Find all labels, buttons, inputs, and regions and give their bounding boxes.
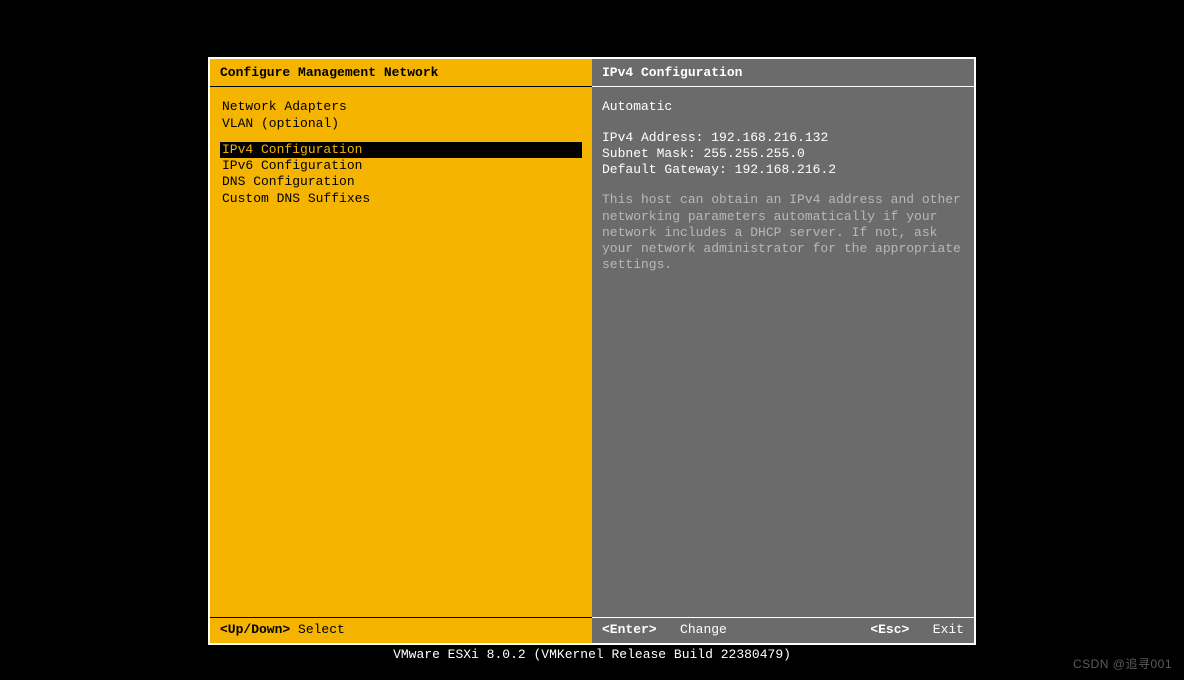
footer-enter-action: Change [680, 622, 727, 637]
ipv4-fields: IPv4 Address: 192.168.216.132 Subnet Mas… [602, 130, 964, 179]
key-enter: <Enter> [602, 622, 657, 637]
ipv4-address-label: IPv4 Address: [602, 130, 703, 145]
menu-item-network-adapters[interactable]: Network Adapters [220, 99, 582, 115]
menu-item-dns-configuration[interactable]: DNS Configuration [220, 174, 582, 190]
menu-item-custom-dns-suffixes[interactable]: Custom DNS Suffixes [220, 191, 582, 207]
ipv4-mode: Automatic [602, 99, 964, 115]
footer-left: <Up/Down> Select [210, 617, 592, 643]
ipv4-address-value: 192.168.216.132 [711, 130, 828, 145]
left-panel-title: Configure Management Network [210, 59, 592, 87]
subnet-mask-value: 255.255.255.0 [703, 146, 804, 161]
default-gateway-label: Default Gateway: [602, 162, 727, 177]
footer-enter-group: <Enter> Change [602, 622, 727, 638]
menu-group-2: IPv4 Configuration IPv6 Configuration DN… [220, 142, 582, 207]
menu-item-ipv6-configuration[interactable]: IPv6 Configuration [220, 158, 582, 174]
subnet-mask-label: Subnet Mask: [602, 146, 696, 161]
detail-body: Automatic IPv4 Address: 192.168.216.132 … [592, 87, 974, 617]
default-gateway-value: 192.168.216.2 [735, 162, 836, 177]
menu-item-vlan[interactable]: VLAN (optional) [220, 116, 582, 132]
console-frame: Configure Management Network Network Ada… [208, 57, 976, 645]
subnet-mask-row: Subnet Mask: 255.255.255.0 [602, 146, 964, 162]
footer-left-action: Select [298, 622, 345, 638]
default-gateway-row: Default Gateway: 192.168.216.2 [602, 162, 964, 178]
version-line: VMware ESXi 8.0.2 (VMKernel Release Buil… [208, 647, 976, 663]
left-panel: Configure Management Network Network Ada… [210, 59, 592, 617]
footer: <Up/Down> Select <Enter> Change <Esc> Ex… [210, 617, 974, 643]
ipv4-address-row: IPv4 Address: 192.168.216.132 [602, 130, 964, 146]
menu-list: Network Adapters VLAN (optional) IPv4 Co… [210, 87, 592, 617]
panels: Configure Management Network Network Ada… [210, 59, 974, 617]
ipv4-description: This host can obtain an IPv4 address and… [602, 192, 964, 273]
menu-group-1: Network Adapters VLAN (optional) [220, 99, 582, 132]
footer-esc-action: Exit [933, 622, 964, 637]
key-esc: <Esc> [870, 622, 909, 637]
right-panel: IPv4 Configuration Automatic IPv4 Addres… [592, 59, 974, 617]
key-up-down: <Up/Down> [220, 622, 290, 638]
menu-item-ipv4-configuration[interactable]: IPv4 Configuration [220, 142, 582, 158]
footer-right: <Enter> Change <Esc> Exit [592, 617, 974, 643]
watermark: CSDN @追寻001 [1073, 657, 1172, 672]
footer-esc-group: <Esc> Exit [870, 622, 964, 638]
right-panel-title: IPv4 Configuration [592, 59, 974, 87]
